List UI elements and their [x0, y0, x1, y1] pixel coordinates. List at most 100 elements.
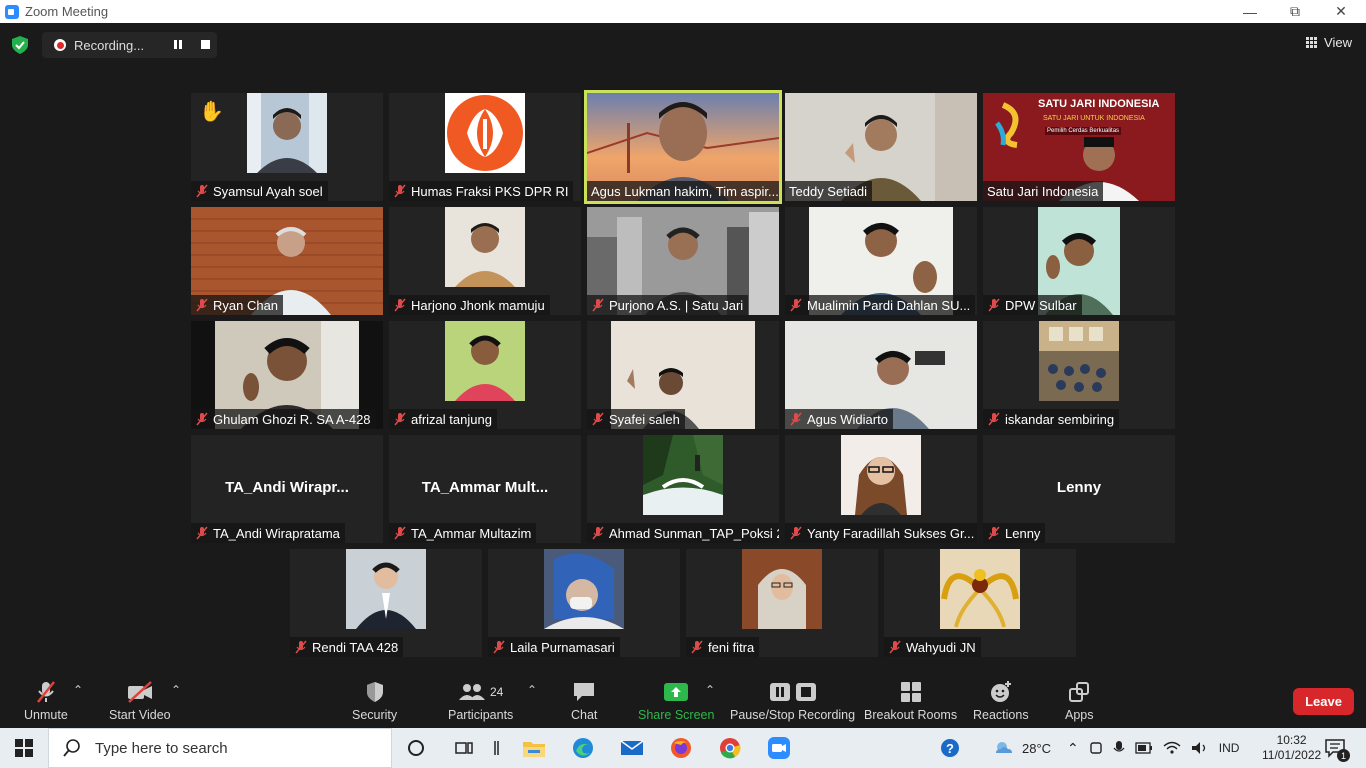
participant-nameplate: Lenny [983, 523, 1046, 543]
participants-button[interactable]: 24 Participants [448, 679, 513, 722]
clock[interactable]: 10:32 11/01/2022 [1262, 728, 1321, 768]
participant-nameplate: Syamsul Ayah soel [191, 181, 328, 201]
video-tile[interactable]: Ryan Chan [191, 207, 383, 315]
participant-photo [742, 549, 822, 629]
share-screen-icon [664, 683, 689, 701]
video-tile[interactable]: Syafei saleh [587, 321, 779, 429]
video-tile[interactable]: Humas Fraksi PKS DPR RI [389, 93, 581, 201]
participants-options-caret-icon[interactable]: ⌃ [527, 683, 537, 697]
reactions-button[interactable]: Reactions [973, 679, 1029, 722]
video-tile[interactable]: Ghulam Ghozi R. SA A-428 [191, 321, 383, 429]
taskbar-separator-icon [484, 736, 508, 760]
input-language-label[interactable]: IND [1219, 741, 1240, 755]
cortana-icon[interactable] [404, 736, 428, 760]
pause-stop-recording-button[interactable]: Pause/Stop Recording [730, 679, 855, 722]
breakout-rooms-button[interactable]: Breakout Rooms [864, 679, 957, 722]
share-options-caret-icon[interactable]: ⌃ [705, 683, 715, 697]
participant-nameplate: feni fitra [686, 637, 760, 657]
participant-name: TA_Andi Wirapratama [213, 525, 340, 541]
participant-name: feni fitra [708, 639, 755, 655]
video-options-caret-icon[interactable]: ⌃ [171, 683, 181, 697]
meet-now-icon[interactable] [1089, 740, 1103, 756]
video-tile[interactable]: SATU JARI INDONESIA SATU JARI UNTUK INDO… [983, 93, 1175, 201]
video-tile[interactable]: Wahyudi JN [884, 549, 1076, 657]
video-tile[interactable]: Agus Widiarto [785, 321, 977, 429]
mic-muted-icon [592, 412, 604, 426]
video-tile[interactable]: Laila Purnamasari [488, 549, 680, 657]
video-tile[interactable]: Rendi TAA 428 [290, 549, 482, 657]
wifi-icon[interactable] [1163, 741, 1181, 755]
video-tile[interactable]: Ahmad Sunman_TAP_Poksi 2 [587, 435, 779, 543]
participants-label: Participants [448, 708, 514, 722]
audio-options-caret-icon[interactable]: ⌃ [73, 683, 83, 697]
task-view-icon[interactable] [452, 736, 476, 760]
mic-muted-icon [889, 640, 901, 654]
notification-count-badge: 1 [1337, 749, 1350, 762]
video-tile[interactable]: afrizal tanjung [389, 321, 581, 429]
weather-widget[interactable]: 28°C [992, 728, 1051, 768]
share-screen-button[interactable]: Share Screen [638, 679, 714, 722]
video-tile[interactable]: iskandar sembiring [983, 321, 1175, 429]
minimize-button[interactable]: — [1227, 0, 1273, 23]
mic-tray-icon[interactable] [1113, 740, 1125, 756]
video-tile[interactable]: Purjono A.S. | Satu Jari [587, 207, 779, 315]
participant-name: Teddy Setiadi [789, 183, 868, 199]
chat-button[interactable]: Chat [571, 679, 597, 722]
view-button[interactable]: View [1306, 35, 1352, 50]
chrome-icon[interactable] [718, 736, 742, 760]
participants-count: 24 [489, 685, 504, 699]
breakout-rooms-icon [900, 682, 921, 702]
show-hidden-icons-caret-icon[interactable]: ⌃ [1067, 740, 1079, 757]
participant-name: Humas Fraksi PKS DPR RI [411, 183, 569, 199]
participant-nameplate: Wahyudi JN [884, 637, 981, 657]
start-video-button[interactable]: Start Video [109, 679, 171, 722]
video-tile[interactable]: Harjono Jhonk mamuju [389, 207, 581, 315]
video-tile[interactable]: Teddy Setiadi [785, 93, 977, 201]
unmute-button[interactable]: Unmute [24, 679, 68, 722]
video-tile[interactable]: Lenny Lenny [983, 435, 1175, 543]
encryption-shield-icon[interactable] [12, 36, 28, 54]
video-tile[interactable]: Mualimin Pardi Dahlan SU... [785, 207, 977, 315]
leave-button[interactable]: Leave [1293, 688, 1354, 715]
mic-muted-icon [394, 184, 406, 198]
video-tile[interactable]: TA_Ammar Mult... TA_Ammar Multazim [389, 435, 581, 543]
participant-nameplate: Purjono A.S. | Satu Jari [587, 295, 749, 315]
participant-nameplate: Teddy Setiadi [785, 181, 873, 201]
stop-recording-button[interactable] [201, 40, 210, 49]
participant-nameplate: TA_Andi Wirapratama [191, 523, 345, 543]
participant-photo [247, 93, 327, 173]
unmute-label: Unmute [24, 708, 68, 722]
security-button[interactable]: Security [352, 679, 397, 722]
video-tile-active-speaker[interactable]: Agus Lukman hakim, Tim aspir... [584, 90, 782, 204]
video-tile[interactable]: DPW Sulbar [983, 207, 1175, 315]
video-tile[interactable]: TA_Andi Wirapr... TA_Andi Wirapratama [191, 435, 383, 543]
apps-button[interactable]: Apps [1065, 679, 1094, 722]
volume-icon[interactable] [1191, 741, 1209, 755]
mic-muted-icon [790, 412, 802, 426]
security-shield-icon [366, 682, 383, 702]
participant-nameplate: Ghulam Ghozi R. SA A-428 [191, 409, 376, 429]
windows-start-button[interactable] [12, 736, 36, 760]
battery-icon[interactable] [1135, 742, 1153, 754]
file-explorer-icon[interactable] [522, 736, 546, 760]
edge-browser-icon[interactable] [571, 736, 595, 760]
participant-name: afrizal tanjung [411, 411, 492, 427]
video-tile[interactable]: ✋ Syamsul Ayah soel [191, 93, 383, 201]
video-tile[interactable]: feni fitra [686, 549, 878, 657]
video-tile[interactable]: Yanty Faradillah Sukses Gr... [785, 435, 977, 543]
microphone-muted-icon [36, 681, 55, 703]
participant-nameplate: Ahmad Sunman_TAP_Poksi 2 [587, 523, 779, 543]
participant-nameplate: Rendi TAA 428 [290, 637, 404, 657]
mail-icon[interactable] [620, 736, 644, 760]
firefox-icon[interactable] [669, 736, 693, 760]
zoom-taskbar-icon[interactable] [767, 736, 791, 760]
pause-recording-button[interactable] [174, 40, 184, 50]
help-icon[interactable]: ? [938, 736, 962, 760]
notification-center-button[interactable]: 1 [1324, 736, 1350, 762]
search-placeholder: Type here to search [95, 739, 228, 757]
participant-nameplate: TA_Ammar Multazim [389, 523, 537, 543]
taskbar-search-input[interactable]: Type here to search [48, 728, 392, 768]
close-button[interactable]: ✕ [1318, 0, 1364, 23]
pause-stop-label: Pause/Stop Recording [730, 708, 856, 722]
restore-button[interactable]: ⧉ [1272, 0, 1318, 23]
